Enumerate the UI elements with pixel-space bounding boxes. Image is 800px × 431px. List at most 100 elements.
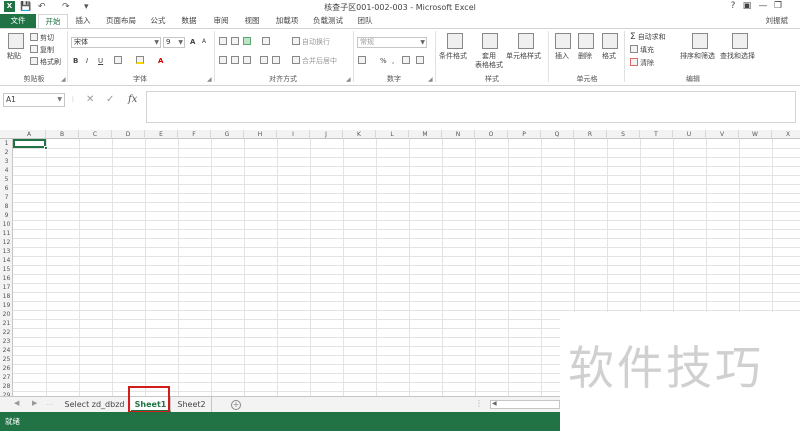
column-header[interactable]: O: [475, 130, 508, 139]
tab-view[interactable]: 视图: [240, 14, 264, 28]
column-header[interactable]: Q: [541, 130, 574, 139]
tab-load-test[interactable]: 负载测试: [310, 14, 346, 28]
tab-home[interactable]: 开始: [38, 14, 68, 29]
row-header[interactable]: 5: [0, 175, 13, 184]
borders-button[interactable]: [114, 56, 124, 66]
row-header[interactable]: 12: [0, 238, 13, 247]
column-header[interactable]: K: [343, 130, 376, 139]
sheet-tab-select-zd-dbzd[interactable]: Select zd_dbzd: [60, 397, 130, 412]
tab-file[interactable]: 文件: [0, 14, 36, 28]
copy-button[interactable]: 复制: [30, 45, 54, 55]
horizontal-scrollbar[interactable]: ◀: [490, 400, 560, 409]
decrease-decimal-button[interactable]: [416, 56, 426, 66]
align-top-button[interactable]: [219, 37, 229, 47]
column-header[interactable]: E: [145, 130, 178, 139]
font-name-combo[interactable]: 宋体 ▼: [71, 37, 161, 48]
restore-button[interactable]: ❐: [771, 0, 785, 13]
minimize-button[interactable]: —: [756, 0, 770, 13]
column-header[interactable]: W: [739, 130, 772, 139]
column-header[interactable]: L: [376, 130, 409, 139]
format-painter-button[interactable]: 格式刷: [30, 57, 61, 67]
prev-sheet-icon[interactable]: ◀: [14, 399, 19, 407]
row-header[interactable]: 21: [0, 319, 13, 328]
row-header[interactable]: 15: [0, 265, 13, 274]
font-size-combo[interactable]: 9 ▼: [163, 37, 185, 48]
cut-button[interactable]: 剪切: [30, 33, 54, 43]
user-account[interactable]: 刘振斌: [766, 15, 789, 27]
increase-decimal-button[interactable]: [402, 56, 412, 66]
row-header[interactable]: 7: [0, 193, 13, 202]
column-header[interactable]: S: [607, 130, 640, 139]
italic-button[interactable]: I: [86, 56, 88, 66]
column-header[interactable]: U: [673, 130, 706, 139]
increase-indent-button[interactable]: [272, 56, 282, 66]
conditional-formatting-button[interactable]: 条件格式: [439, 51, 467, 61]
align-right-button[interactable]: [243, 56, 253, 66]
row-header[interactable]: 20: [0, 310, 13, 319]
name-box[interactable]: A1 ▼: [3, 93, 65, 107]
paste-button[interactable]: 粘贴: [7, 51, 21, 61]
formula-input[interactable]: [146, 91, 796, 123]
column-header[interactable]: T: [640, 130, 673, 139]
tab-formulas[interactable]: 公式: [146, 14, 170, 28]
alignment-launcher-icon[interactable]: ◢: [346, 76, 351, 83]
delete-cells-button[interactable]: 删除: [578, 51, 592, 61]
row-header[interactable]: 18: [0, 292, 13, 301]
scroll-left-icon[interactable]: ◀: [492, 400, 497, 407]
row-header[interactable]: 13: [0, 247, 13, 256]
orientation-button[interactable]: [262, 37, 272, 47]
grow-font-button[interactable]: A: [190, 37, 195, 47]
column-header[interactable]: V: [706, 130, 739, 139]
number-launcher-icon[interactable]: ◢: [428, 76, 433, 83]
tab-review[interactable]: 审阅: [210, 14, 232, 28]
column-header[interactable]: I: [277, 130, 310, 139]
column-header[interactable]: X: [772, 130, 800, 139]
row-header[interactable]: 19: [0, 301, 13, 310]
align-bottom-button[interactable]: [243, 37, 253, 47]
clipboard-launcher-icon[interactable]: ◢: [61, 76, 66, 83]
tab-page-layout[interactable]: 页面布局: [102, 14, 140, 28]
find-select-button[interactable]: 查找和选择: [720, 51, 755, 61]
sort-filter-button[interactable]: 排序和筛选: [680, 51, 715, 61]
underline-button[interactable]: U: [98, 56, 103, 66]
insert-function-button[interactable]: fx: [128, 93, 137, 107]
active-cell-a1[interactable]: [13, 138, 48, 150]
font-launcher-icon[interactable]: ◢: [207, 76, 212, 83]
comma-style-button[interactable]: ,: [392, 56, 394, 66]
row-header[interactable]: 27: [0, 373, 13, 382]
fill-button[interactable]: 填充: [630, 45, 654, 55]
bold-button[interactable]: B: [73, 56, 78, 66]
row-header[interactable]: 1: [0, 139, 13, 148]
row-header[interactable]: 28: [0, 382, 13, 391]
row-header[interactable]: 4: [0, 166, 13, 175]
fill-handle[interactable]: [44, 146, 48, 150]
shrink-font-button[interactable]: A: [202, 37, 206, 47]
row-header[interactable]: 2: [0, 148, 13, 157]
row-header[interactable]: 8: [0, 202, 13, 211]
column-header[interactable]: C: [79, 130, 112, 139]
align-middle-button[interactable]: [231, 37, 241, 47]
column-header[interactable]: H: [244, 130, 277, 139]
column-header[interactable]: P: [508, 130, 541, 139]
row-header[interactable]: 11: [0, 229, 13, 238]
insert-cells-button[interactable]: 插入: [555, 51, 569, 61]
merge-center-button[interactable]: 合并后居中: [292, 56, 337, 66]
column-header[interactable]: G: [211, 130, 244, 139]
column-header[interactable]: J: [310, 130, 343, 139]
column-header[interactable]: R: [574, 130, 607, 139]
autosum-button[interactable]: Σ 自动求和: [630, 32, 666, 42]
column-header[interactable]: N: [442, 130, 475, 139]
fill-color-button[interactable]: [136, 56, 146, 66]
row-header[interactable]: 10: [0, 220, 13, 229]
help-icon[interactable]: ?: [726, 0, 740, 13]
row-header[interactable]: 6: [0, 184, 13, 193]
column-header[interactable]: D: [112, 130, 145, 139]
ribbon-display-options-icon[interactable]: ▣: [740, 0, 754, 13]
tab-team[interactable]: 团队: [354, 14, 376, 28]
tab-split-handle-icon[interactable]: ⋮: [475, 399, 483, 408]
cancel-entry-button[interactable]: ✕: [86, 93, 94, 107]
tab-insert[interactable]: 插入: [72, 14, 94, 28]
row-header[interactable]: 3: [0, 157, 13, 166]
next-sheet-icon[interactable]: ▶: [32, 399, 37, 407]
column-header[interactable]: F: [178, 130, 211, 139]
